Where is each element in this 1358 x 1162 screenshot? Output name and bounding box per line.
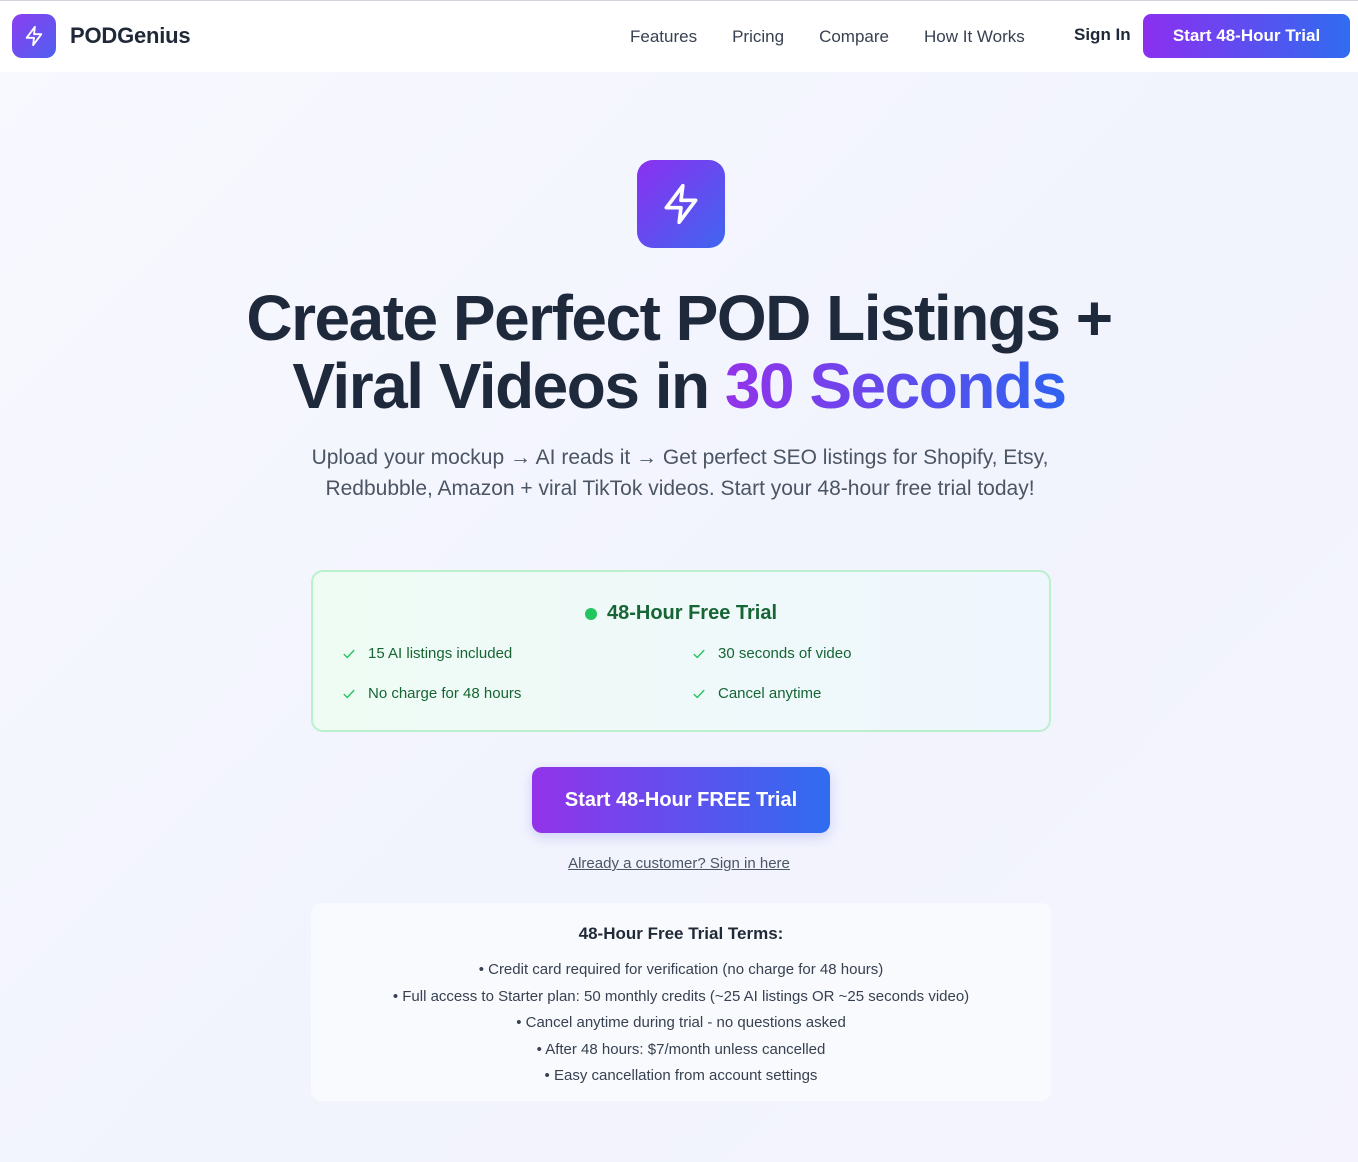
terms-item: Easy cancellation from account settings [311, 1063, 1051, 1090]
trial-feature-label: Cancel anytime [718, 685, 822, 702]
terms-list: Credit card required for verification (n… [311, 957, 1051, 1090]
terms-item: After 48 hours: $7/month unless cancelle… [311, 1037, 1051, 1064]
check-icon [693, 649, 705, 658]
check-icon [343, 689, 355, 698]
lightning-bolt-icon [637, 160, 725, 248]
nav-links: Features Pricing Compare How It Works [630, 1, 1060, 72]
trial-title: 48-Hour Free Trial [313, 602, 1049, 625]
trial-feature: 30 seconds of video [692, 645, 851, 662]
trial-feature-label: 15 AI listings included [368, 645, 513, 662]
terms-item: Cancel anytime during trial - no questio… [311, 1010, 1051, 1037]
sign-in-here-link-row: Already a customer? Sign in here [0, 855, 1358, 872]
headline-accent: 30 Seconds [724, 350, 1067, 422]
sign-in-link[interactable]: Sign In [1074, 25, 1131, 45]
trial-feature: No charge for 48 hours [342, 685, 521, 702]
trial-feature-label: No charge for 48 hours [368, 685, 522, 702]
navbar: PODGenius Features Pricing Compare How I… [0, 1, 1358, 72]
terms-item: Full access to Starter plan: 50 monthly … [311, 984, 1051, 1011]
nav-link-pricing[interactable]: Pricing [732, 27, 784, 47]
start-trial-nav-button[interactable]: Start 48-Hour Trial [1143, 14, 1350, 58]
nav-link-compare[interactable]: Compare [819, 27, 889, 47]
check-icon [343, 649, 355, 658]
sign-in-here-link[interactable]: Already a customer? Sign in here [568, 855, 790, 872]
brand[interactable]: PODGenius [12, 14, 191, 58]
lightning-bolt-icon [12, 14, 56, 58]
headline-line-1: Create Perfect POD Listings + [246, 282, 1113, 354]
hero-subheadline: Upload your mockup → AI reads it → Get p… [311, 446, 1049, 500]
hero-headline: Create Perfect POD Listings + Viral Vide… [0, 284, 1358, 420]
trial-feature-label: 30 seconds of video [718, 645, 852, 662]
trial-feature: 15 AI listings included [342, 645, 512, 662]
start-free-trial-button[interactable]: Start 48-Hour FREE Trial [532, 767, 830, 833]
brand-name: PODGenius [70, 23, 191, 48]
nav-link-how-it-works[interactable]: How It Works [924, 27, 1025, 47]
headline-line-2: Viral Videos in [292, 350, 725, 422]
terms-item: Credit card required for verification (n… [311, 957, 1051, 984]
terms-title: 48-Hour Free Trial Terms: [578, 924, 784, 943]
status-dot-icon [584, 607, 597, 620]
check-icon [693, 689, 705, 698]
trial-info-card: 48-Hour Free Trial 15 AI listings includ… [311, 570, 1051, 732]
trial-title-text: 48-Hour Free Trial [606, 602, 778, 624]
nav-link-features[interactable]: Features [630, 27, 697, 47]
trial-terms-card: 48-Hour Free Trial Terms: Credit card re… [311, 903, 1051, 1101]
trial-feature: Cancel anytime [692, 685, 821, 702]
